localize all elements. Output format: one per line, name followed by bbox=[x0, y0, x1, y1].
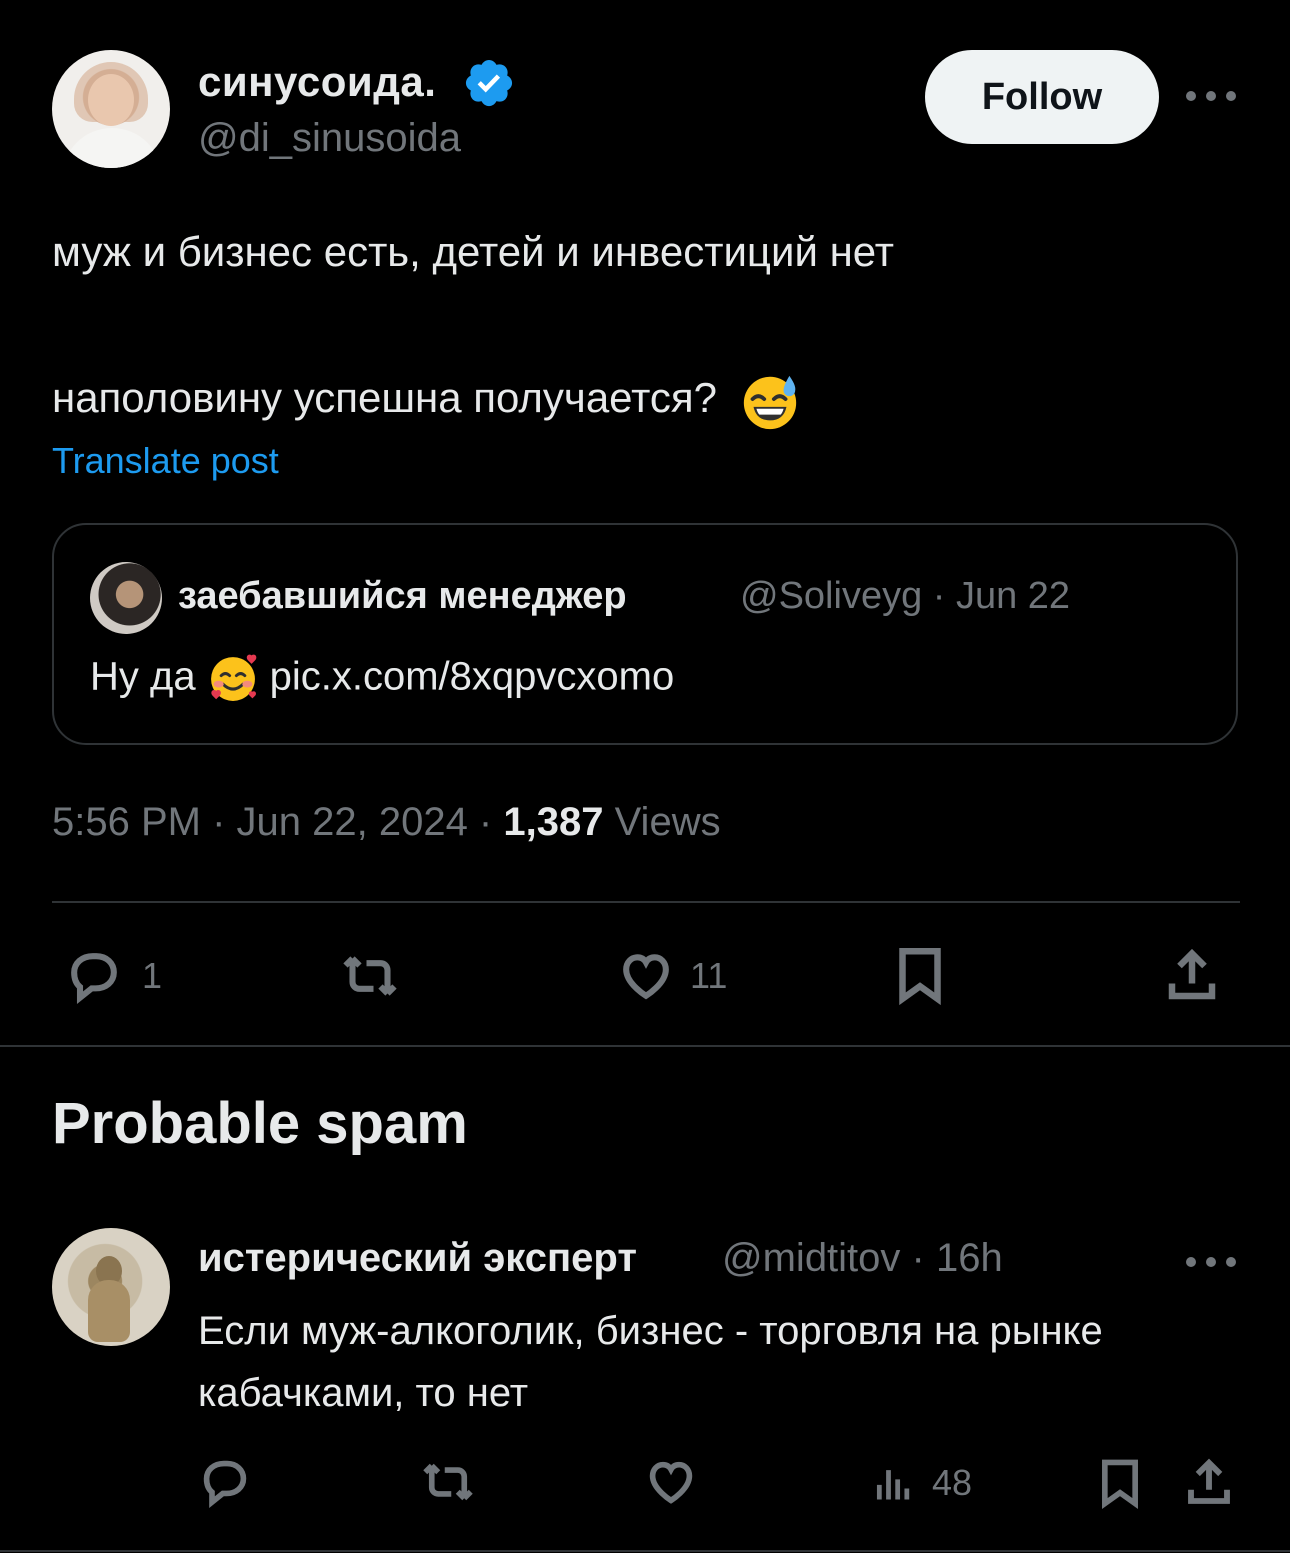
share-icon bbox=[1188, 1458, 1230, 1504]
reply-author-name[interactable]: истерический эксперт bbox=[198, 1236, 637, 1281]
views-count: 1,387 bbox=[503, 800, 604, 844]
repost-icon bbox=[343, 956, 397, 996]
bookmark-button[interactable] bbox=[890, 944, 950, 1006]
repost-icon bbox=[423, 1463, 473, 1501]
heart-icon bbox=[623, 954, 669, 1000]
quoted-author-meta: @Soliveyg · Jun 22 bbox=[740, 575, 1071, 617]
reply-icon bbox=[71, 953, 117, 1004]
like-count: 11 bbox=[690, 955, 728, 996]
reply-bookmark-button[interactable] bbox=[1094, 1454, 1146, 1512]
reply-reply-button[interactable] bbox=[198, 1456, 252, 1508]
follow-button[interactable]: Follow bbox=[925, 50, 1159, 144]
post-text-line-2: наполовину успешна получается? bbox=[52, 370, 801, 432]
share-button[interactable] bbox=[1162, 946, 1222, 1006]
translate-post-link[interactable]: Translate post bbox=[52, 440, 279, 482]
avatar-face bbox=[88, 74, 134, 126]
reply-author-meta: @midtitov · 16h bbox=[722, 1236, 1003, 1280]
author-handle[interactable]: @di_sinusoida bbox=[198, 116, 461, 161]
smiling-face-with-hearts-emoji-icon bbox=[210, 654, 256, 701]
reply-like-button[interactable] bbox=[644, 1456, 698, 1508]
quoted-post-card[interactable] bbox=[52, 523, 1238, 745]
reply-author-avatar[interactable] bbox=[52, 1228, 170, 1346]
post-timestamp: 5:56 PM · Jun 22, 2024 · 1,387 Views bbox=[52, 800, 721, 845]
reply-share-button[interactable] bbox=[1182, 1456, 1236, 1510]
divider bbox=[52, 901, 1240, 903]
post-text-line-2-text: наполовину успешна получается? bbox=[52, 374, 718, 422]
avatar-body bbox=[88, 1280, 130, 1342]
reply-count: 1 bbox=[142, 955, 163, 996]
verified-badge-icon[interactable] bbox=[462, 56, 516, 110]
reply-repost-button[interactable] bbox=[418, 1456, 478, 1508]
share-icon bbox=[1168, 948, 1216, 1000]
divider bbox=[0, 1045, 1290, 1047]
reply-icon bbox=[203, 1460, 247, 1508]
bookmark-icon bbox=[1102, 1459, 1138, 1510]
reply-views-count: 48 bbox=[932, 1462, 973, 1503]
quoted-author-name[interactable]: заебавшийся менеджер bbox=[178, 575, 627, 618]
avatar-shirt bbox=[62, 128, 162, 168]
quoted-author-avatar[interactable] bbox=[90, 562, 162, 634]
reply-views-button[interactable]: 48 bbox=[872, 1458, 972, 1508]
quoted-post-text-content: Ну да bbox=[90, 654, 196, 699]
section-title: Probable spam bbox=[52, 1091, 468, 1156]
quoted-post-link[interactable]: pic.x.com/8xqpvcxomo bbox=[270, 655, 675, 699]
repost-button[interactable] bbox=[336, 948, 404, 1004]
quoted-post-text: Ну да pic.x.com/8xqpvcxomo bbox=[90, 652, 674, 706]
like-button[interactable]: 11 bbox=[616, 948, 727, 1004]
grinning-sweat-emoji-icon bbox=[743, 375, 796, 430]
author-avatar[interactable] bbox=[52, 50, 170, 168]
bookmark-icon bbox=[899, 948, 941, 1006]
analytics-icon bbox=[876, 1470, 910, 1500]
post-time[interactable]: 5:56 PM · Jun 22, 2024 · bbox=[52, 800, 503, 844]
views-label: Views bbox=[603, 800, 721, 844]
reply-text: Если муж-алкоголик, бизнес - торговля на… bbox=[198, 1309, 1103, 1415]
more-options-icon[interactable] bbox=[1186, 86, 1236, 106]
author-display-name[interactable]: синусоида. bbox=[198, 58, 436, 106]
reply-button[interactable]: 1 bbox=[64, 948, 162, 1004]
post-text-line-1: муж и бизнес есть, детей и инвестиций не… bbox=[52, 228, 894, 275]
heart-icon bbox=[649, 1461, 693, 1504]
divider bbox=[0, 1550, 1290, 1552]
reply-more-options-icon[interactable] bbox=[1186, 1252, 1236, 1272]
